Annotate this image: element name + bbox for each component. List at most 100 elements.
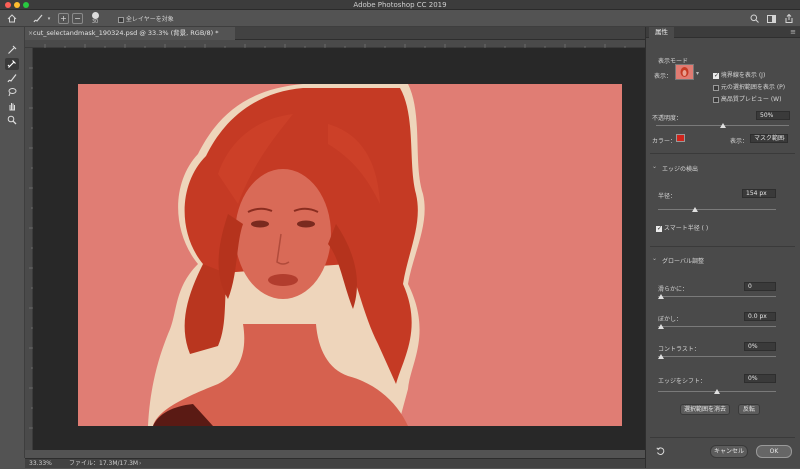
close-tab-icon[interactable]: × (28, 27, 33, 40)
quick-selection-icon (8, 45, 17, 54)
show-original-label: 元の選択範囲を表示 (P) (720, 84, 786, 91)
smooth-slider-track[interactable] (658, 296, 776, 297)
radius-slider-thumb[interactable] (691, 207, 698, 212)
search-icon[interactable] (749, 13, 760, 24)
show-original-option[interactable]: 元の選択範囲を表示 (P) (713, 82, 785, 91)
masked-portrait-image (78, 84, 622, 426)
contrast-slider-thumb[interactable] (658, 354, 664, 359)
options-bar: ▾ + − 30 全レイヤーを対象 (0, 10, 800, 27)
ok-button[interactable]: OK (756, 445, 792, 458)
global-refinements-title[interactable]: グローバル調整 (662, 256, 704, 265)
feather-field[interactable]: 0.0 px (744, 312, 776, 321)
shift-edge-label: エッジをシフト： (658, 378, 707, 385)
quick-selection-tool[interactable] (5, 44, 19, 56)
document-canvas[interactable] (78, 84, 622, 426)
feather-slider-track[interactable] (658, 326, 776, 327)
high-quality-checkbox[interactable] (713, 96, 719, 103)
document-tab[interactable]: × cut_selectandmask_190324.psd @ 33.3% (… (25, 27, 235, 40)
contrast-slider-track[interactable] (658, 356, 776, 357)
smooth-slider-thumb[interactable] (658, 294, 664, 299)
view-mode-thumbnail[interactable] (675, 64, 694, 80)
shift-edge-slider-thumb[interactable] (714, 389, 720, 394)
smart-radius-checkbox[interactable] (656, 225, 662, 232)
chevron-down-icon[interactable]: ▾ (46, 14, 52, 23)
sample-all-layers-label: 全レイヤーを対象 (125, 16, 174, 23)
panel-tab-row: 属性 ≡ (646, 27, 800, 38)
radius-slider-track[interactable] (658, 209, 776, 210)
document-tab-bar: × cut_selectandmask_190324.psd @ 33.3% (… (25, 27, 645, 40)
show-edge-checkbox[interactable] (713, 72, 719, 79)
brush-preset-icon[interactable] (30, 13, 44, 24)
show-edge-label: 境界線を表示 (J) (720, 72, 766, 79)
sample-all-layers-option[interactable]: 全レイヤーを対象 (118, 14, 174, 23)
display-label: 表示： (730, 138, 749, 145)
properties-panel: 属性 ≡ 表示モード 表示： ▾ 境界線を表示 (J) 元の選択範囲を表示 (P… (645, 27, 800, 468)
contrast-field[interactable]: 0% (744, 342, 776, 351)
vertical-ruler[interactable] (25, 48, 33, 450)
title-bar: Adobe Photoshop CC 2019 (0, 0, 800, 10)
color-label: カラー： (652, 138, 677, 145)
brush-tool[interactable] (5, 72, 19, 84)
cancel-button[interactable]: キャンセル (710, 445, 748, 458)
high-quality-option[interactable]: 高品質プレビュー (W) (713, 94, 781, 103)
brush-size-control[interactable]: 30 (88, 12, 102, 26)
chevron-down-icon: ⌄ (781, 135, 786, 141)
zoom-icon (7, 115, 17, 125)
home-icon[interactable] (6, 13, 18, 24)
feather-slider-thumb[interactable] (658, 324, 664, 329)
status-bar: 33.33% ファイル：17.3M/17.3M › (25, 458, 645, 468)
show-edge-option[interactable]: 境界線を表示 (J) (713, 70, 765, 79)
panel-menu-icon[interactable]: ≡ (790, 28, 796, 36)
shift-edge-field[interactable]: 0% (744, 374, 776, 383)
lasso-icon (8, 88, 17, 97)
view-mode-preview-icon (680, 67, 689, 77)
hand-icon (9, 103, 15, 111)
workspace-icon[interactable] (765, 13, 778, 24)
contrast-label: コントラスト： (658, 346, 700, 353)
chevron-down-icon[interactable]: ⌄ (652, 255, 657, 262)
canvas-area[interactable] (33, 48, 645, 450)
reset-icon[interactable] (656, 447, 666, 457)
chevron-down-icon[interactable]: ⌄ (652, 163, 657, 170)
window-title: Adobe Photoshop CC 2019 (353, 1, 447, 9)
opacity-slider-thumb[interactable] (719, 123, 726, 128)
vertical-ruler-ticks (29, 67, 33, 429)
add-to-selection-button[interactable]: + (58, 13, 69, 24)
display-select[interactable]: マスク範囲 ⌄ (750, 134, 788, 143)
horizontal-ruler[interactable] (25, 40, 645, 48)
edge-detection-title[interactable]: エッジの検出 (662, 164, 698, 173)
display-select-value: マスク範囲 (754, 135, 785, 142)
radius-label: 半径： (658, 193, 677, 200)
smart-radius-label: スマート半径 ( ) (663, 225, 709, 232)
smart-radius-option[interactable]: スマート半径 ( ) (656, 223, 708, 232)
smooth-field[interactable]: 0 (744, 282, 776, 291)
tab-properties[interactable]: 属性 (649, 27, 674, 38)
feather-label: ぼかし： (658, 316, 683, 323)
share-icon[interactable] (783, 13, 794, 24)
view-label: 表示： (654, 73, 673, 80)
opacity-field[interactable]: 50% (756, 111, 790, 120)
high-quality-label: 高品質プレビュー (W) (720, 96, 782, 103)
brush-icon (7, 74, 17, 83)
tools-panel (0, 27, 25, 458)
refine-edge-brush-tool[interactable] (5, 58, 19, 70)
refine-edge-brush-icon (7, 60, 16, 68)
show-original-checkbox[interactable] (713, 84, 719, 91)
sample-all-layers-checkbox[interactable] (118, 16, 124, 23)
color-swatch[interactable] (676, 134, 685, 142)
chevron-down-icon[interactable]: ▾ (696, 70, 699, 77)
subtract-from-selection-button[interactable]: − (72, 13, 83, 24)
lasso-tool[interactable] (5, 86, 19, 98)
hand-tool[interactable] (5, 100, 19, 112)
clear-selection-button[interactable]: 選択範囲を消去 (680, 404, 730, 415)
zoom-tool[interactable] (5, 114, 19, 126)
radius-field[interactable]: 154 px (742, 189, 776, 198)
brush-tip-icon (91, 12, 99, 19)
section-divider (650, 153, 795, 154)
smooth-label: 滑らかに： (658, 286, 689, 293)
brush-size-value: 30 (91, 19, 99, 25)
invert-button[interactable]: 反転 (738, 404, 760, 415)
section-divider (650, 246, 795, 247)
opacity-label: 不透明度： (652, 115, 683, 122)
horizontal-ruler-ticks (44, 44, 626, 48)
